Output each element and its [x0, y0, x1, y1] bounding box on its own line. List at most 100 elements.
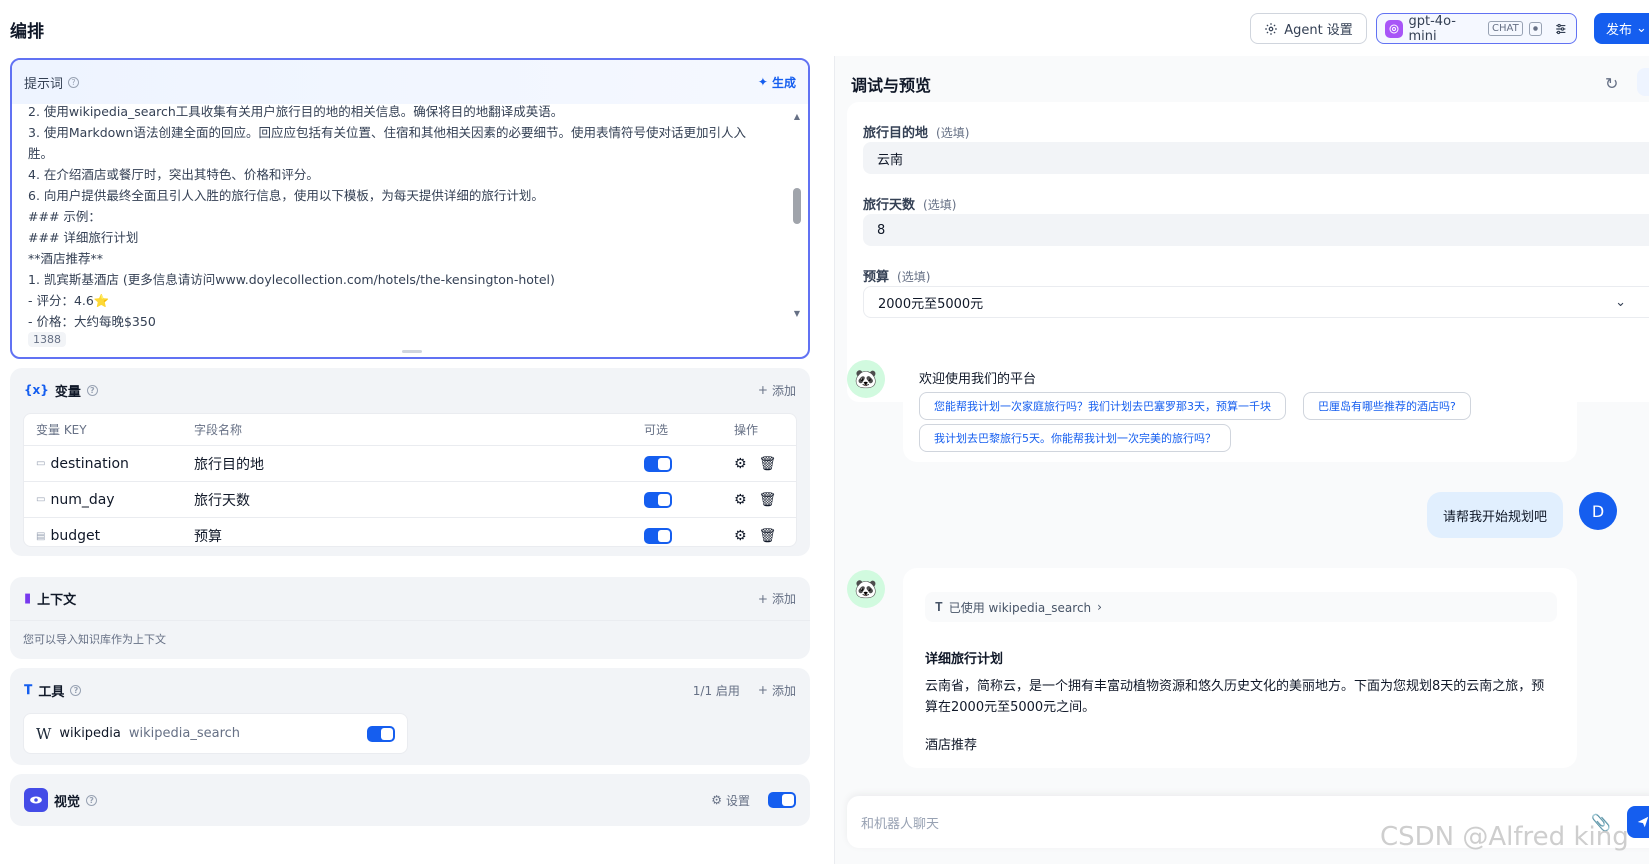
budget-select[interactable]: 2000元至5000元 ⌄ [863, 286, 1649, 318]
top-bar: 编排 Agent 设置 gpt-4o-mini CHAT 发布 ⌄ [0, 0, 1649, 56]
scroll-up-arrow[interactable]: ▲ [794, 112, 800, 121]
variable-name[interactable]: 旅行天数 [194, 490, 250, 510]
optional-toggle[interactable] [644, 455, 672, 472]
add-context-button[interactable]: + 添加 [758, 590, 796, 607]
preview-settings-button[interactable] [1637, 68, 1649, 96]
document-icon: ▮ [24, 591, 32, 606]
chat-area: 🐼 欢迎使用我们的平台 您能帮我计划一次家庭旅行吗？我们计划去巴塞罗那3天，预算… [835, 352, 1649, 812]
gear-icon[interactable]: ⚙ [734, 528, 747, 544]
chevron-down-icon: ⌄ [1615, 294, 1626, 310]
prompt-editor[interactable]: 提示词 ? ✦ 生成 2. 使用wikipedia_search工具收集有关用户… [10, 58, 810, 359]
tool-used-indicator[interactable]: 𝐓 已使用 wikipedia_search › [925, 592, 1557, 622]
scrollbar-thumb[interactable] [793, 188, 801, 224]
answer-title: 详细旅行计划 [925, 652, 1004, 667]
tool-icon: 𝐓 [24, 682, 33, 698]
help-icon[interactable]: ? [86, 794, 98, 806]
context-section: ▮ 上下文 + 添加 您可以导入知识库作为上下文 [10, 577, 810, 659]
welcome-message: 欢迎使用我们的平台 您能帮我计划一次家庭旅行吗？我们计划去巴塞罗那3天，预算一千… [903, 354, 1577, 462]
scroll-down-arrow[interactable]: ▼ [794, 309, 800, 318]
add-variable-button[interactable]: + 添加 [758, 382, 796, 399]
field-label-text: 旅行天数 [863, 198, 916, 213]
variables-section: {x} 变量 ? + 添加 变量 KEY 字段名称 可选 操作 ▭ destina… [10, 368, 810, 556]
tool-name: wikipedia_search [128, 726, 241, 741]
suggested-question[interactable]: 您能帮我计划一次家庭旅行吗？我们计划去巴塞罗那3天，预算一千块 [919, 392, 1286, 420]
help-icon[interactable]: ? [70, 684, 82, 696]
gear-icon[interactable]: ⚙ [734, 492, 747, 508]
user-message: 请帮我开始规划吧 [1427, 492, 1563, 538]
vision-settings-button[interactable]: ⚙ 设置 [711, 792, 750, 809]
publish-button[interactable]: 发布 ⌄ [1594, 13, 1649, 44]
optional-label: (选填) [923, 198, 957, 212]
suggested-question[interactable]: 巴厘岛有哪些推荐的酒店吗? [1303, 392, 1471, 420]
add-label: 添加 [771, 383, 796, 398]
variables-table: 变量 KEY 字段名称 可选 操作 ▭ destination 旅行目的地 ⚙ 🗑 … [23, 413, 797, 547]
optional-toggle[interactable] [644, 528, 672, 544]
variable-name[interactable]: 预算 [194, 526, 222, 546]
agent-settings-label: Agent 设置 [1284, 23, 1353, 38]
add-tool-button[interactable]: + 添加 [758, 682, 796, 699]
prompt-line: 6. 向用户提供最终全面且引人入胜的旅行信息，使用以下模板，为每天提供详细的旅行… [28, 188, 544, 203]
prompt-textarea[interactable]: 2. 使用wikipedia_search工具收集有关用户旅行目的地的相关信息。… [12, 104, 808, 334]
prompt-header: 提示词 ? ✦ 生成 [12, 60, 808, 104]
field-label: 预算 (选填) [863, 266, 930, 285]
eye-icon [24, 788, 48, 812]
gear-icon[interactable]: ⚙ [734, 456, 747, 472]
chevron-down-icon: ⌄ [1636, 21, 1647, 36]
prompt-line: ### 示例： [28, 209, 101, 224]
trash-icon[interactable]: 🗑 [759, 456, 777, 472]
variable-key[interactable]: budget [50, 528, 100, 544]
vision-title: 视觉 [54, 794, 81, 810]
prompt-line: - 评分：4.6⭐ [28, 293, 110, 308]
col-key-header: 变量 KEY [36, 423, 87, 437]
sliders-icon[interactable] [1554, 22, 1568, 36]
trash-icon[interactable]: 🗑 [759, 528, 777, 544]
prompt-line: **酒店推荐** [28, 251, 104, 266]
variable-name[interactable]: 旅行目的地 [194, 454, 264, 474]
agent-settings-button[interactable]: Agent 设置 [1250, 13, 1367, 44]
col-optional-header: 可选 [644, 423, 669, 437]
optional-label: (选填) [897, 270, 931, 284]
bot-face-icon: 🐼 [854, 578, 878, 600]
variable-icon: {x} [24, 383, 49, 397]
prompt-line: 1. 凯宾斯基酒店 (更多信息请访问www.doylecollection.co… [28, 272, 555, 287]
field-label: 旅行目的地 (选填) [863, 122, 969, 141]
table-header: 变量 KEY 字段名称 可选 操作 [24, 414, 796, 446]
refresh-icon[interactable]: ↻ [1605, 74, 1618, 93]
chevron-right-icon: › [1097, 600, 1102, 614]
help-icon[interactable]: ? [86, 384, 98, 396]
tool-toggle[interactable] [367, 725, 395, 742]
context-description: 您可以导入知识库作为上下文 [23, 633, 166, 646]
model-selector[interactable]: gpt-4o-mini CHAT [1376, 13, 1577, 44]
num-day-input[interactable]: 8 [863, 214, 1649, 246]
col-actions-header: 操作 [734, 423, 759, 437]
field-label-text: 预算 [863, 270, 890, 285]
tool-icon: 𝐓 [935, 599, 943, 614]
openai-icon [1385, 19, 1403, 38]
wikipedia-icon: W [36, 724, 52, 743]
variable-key[interactable]: destination [50, 456, 128, 472]
vision-section: 视觉 ? ⚙ 设置 [10, 774, 810, 826]
trash-icon[interactable]: 🗑 [759, 492, 777, 508]
destination-input[interactable]: 云南 [863, 142, 1649, 174]
select-field-icon: ▤ [36, 530, 46, 542]
sparkle-icon: ✦ [757, 75, 768, 89]
tools-enabled-count: 1/1 启用 [692, 683, 740, 698]
generate-label: 生成 [771, 75, 796, 90]
vision-toggle[interactable] [768, 792, 796, 808]
help-icon[interactable]: ? [68, 76, 80, 88]
optional-toggle[interactable] [644, 491, 672, 508]
eye-icon [1528, 21, 1543, 36]
variable-key[interactable]: num_day [50, 492, 114, 508]
tool-item[interactable]: W wikipedia wikipedia_search [23, 713, 408, 754]
prompt-line: - 价格：大约每晚$350 [28, 314, 156, 329]
tools-title: 工具 [38, 684, 65, 700]
settings-label: 设置 [725, 793, 750, 808]
bot-answer: 𝐓 已使用 wikipedia_search › 详细旅行计划 云南省，简称云，… [903, 568, 1577, 768]
prompt-line: 2. 使用wikipedia_search工具收集有关用户旅行目的地的相关信息。… [28, 104, 564, 119]
user-avatar: D [1579, 492, 1617, 530]
generate-button[interactable]: ✦ 生成 [758, 74, 796, 91]
send-button[interactable] [1627, 806, 1649, 838]
resize-handle[interactable] [402, 350, 422, 353]
suggested-question[interactable]: 我计划去巴黎旅行5天。你能帮我计划一次完美的旅行吗？ [919, 424, 1231, 452]
model-name: gpt-4o-mini [1408, 13, 1456, 44]
